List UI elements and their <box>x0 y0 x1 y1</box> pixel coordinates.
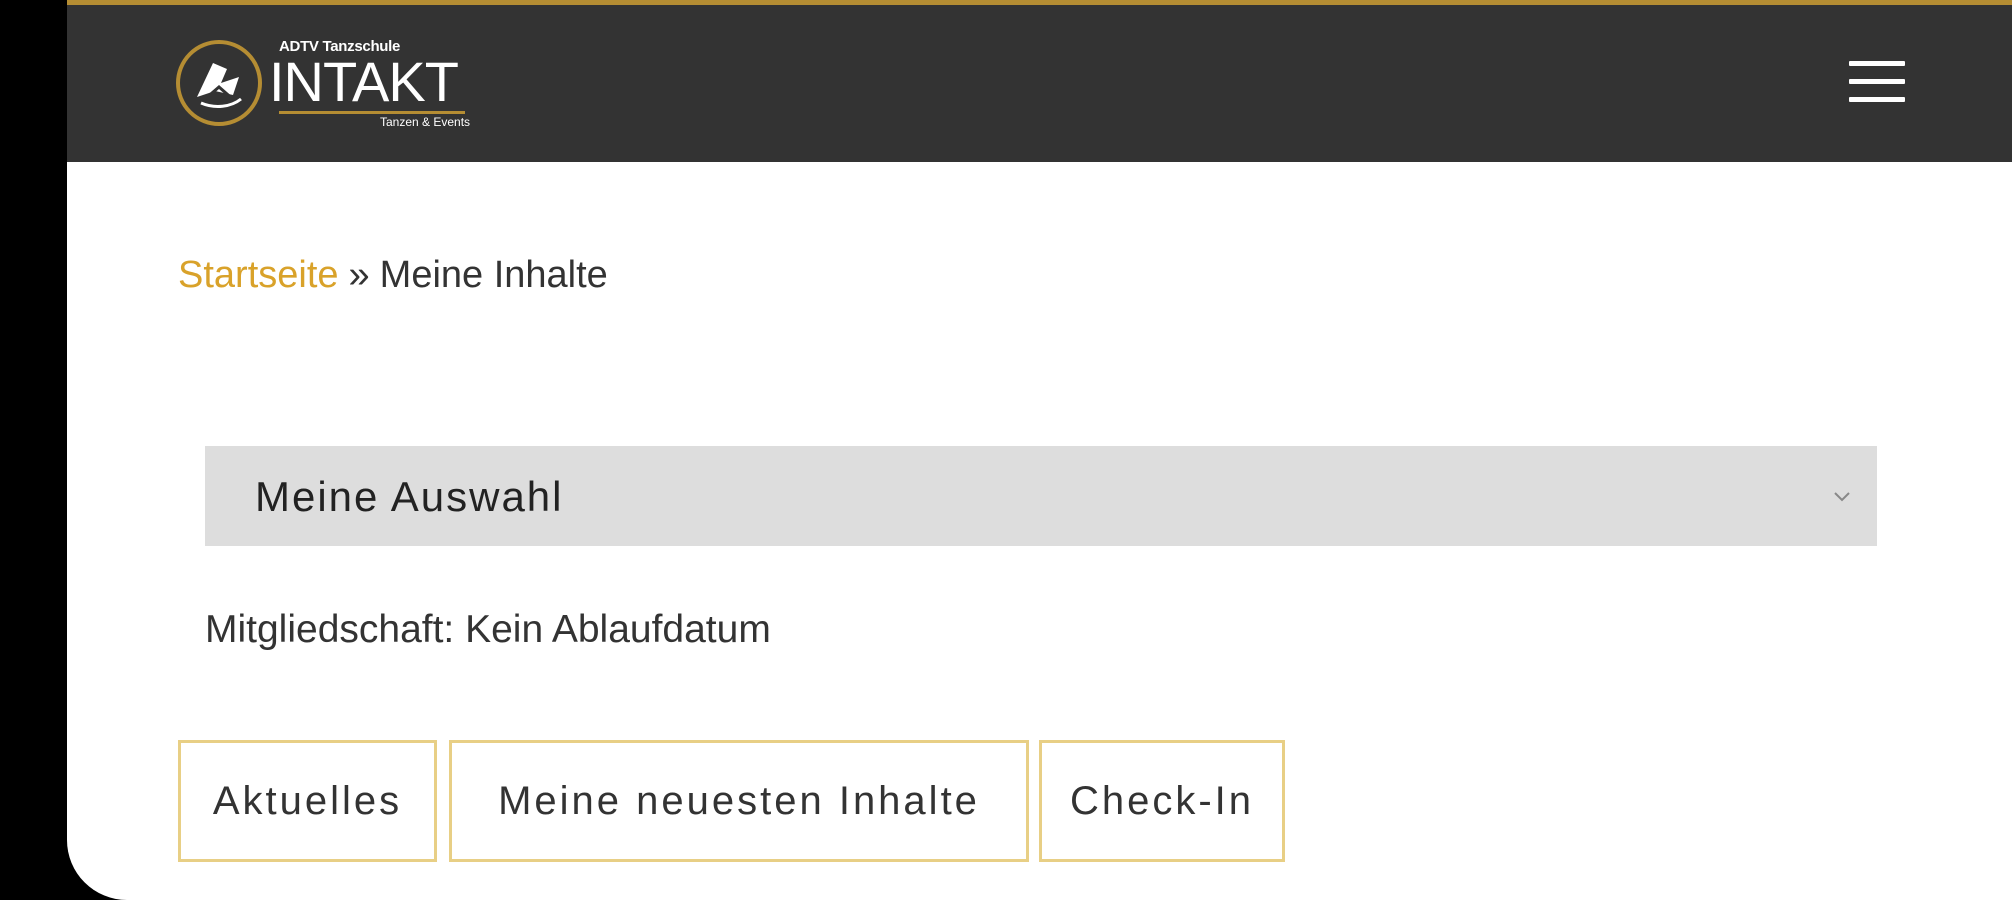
site-logo[interactable]: ADTV Tanzschule INTAKT Tanzen & Events <box>175 35 475 135</box>
logo-brand-text: INTAKT <box>269 50 459 113</box>
breadcrumb-home-link[interactable]: Startseite <box>178 254 339 296</box>
dropdown-selected-value: Meine Auswahl <box>255 473 564 520</box>
breadcrumb: Startseite» Meine Inhalte <box>178 254 608 297</box>
breadcrumb-separator: » <box>348 254 370 296</box>
hamburger-menu-icon[interactable] <box>1849 61 1905 103</box>
app-screen: ADTV Tanzschule INTAKT Tanzen & Events S… <box>67 0 2012 900</box>
latest-content-button[interactable]: Meine neuesten Inhalte <box>449 740 1029 862</box>
check-in-button[interactable]: Check-In <box>1039 740 1285 862</box>
breadcrumb-current: Meine Inhalte <box>379 254 608 296</box>
dancers-emblem-icon <box>176 40 262 126</box>
membership-status-text: Mitgliedschaft: Kein Ablaufdatum <box>205 608 771 651</box>
news-button[interactable]: Aktuelles <box>178 740 437 862</box>
content-selection-dropdown[interactable]: Meine Auswahl <box>205 446 1877 546</box>
logo-tagline: Tanzen & Events <box>380 115 471 129</box>
chevron-down-icon <box>1834 492 1850 502</box>
logo-underline <box>279 111 465 114</box>
site-header: ADTV Tanzschule INTAKT Tanzen & Events <box>67 5 2012 162</box>
